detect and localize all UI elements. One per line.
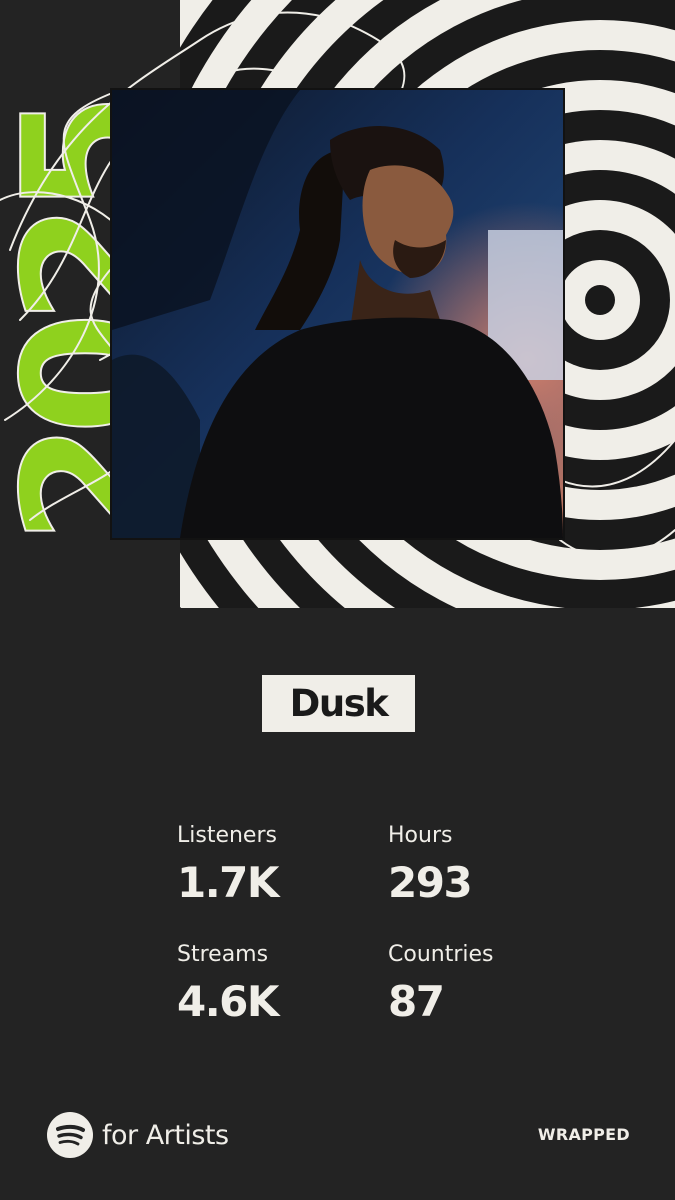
hours-value: 293 [388, 858, 473, 907]
streams-value: 4.6K [177, 977, 279, 1026]
stat-hours: Hours 293 [388, 823, 473, 907]
streams-label: Streams [177, 942, 269, 967]
hours-label: Hours [388, 823, 453, 848]
stat-listeners: Listeners 1.7K [177, 823, 279, 907]
artist-name: Dusk [262, 675, 415, 732]
brand-text: for Artists [102, 1119, 229, 1151]
hero-artwork: 2025 [0, 0, 675, 610]
countries-value: 87 [388, 977, 445, 1026]
stat-countries: Countries 87 [388, 944, 494, 1023]
countries-label: Countries [388, 942, 494, 967]
listeners-value: 1.7K [177, 858, 279, 907]
listeners-label: Listeners [177, 823, 277, 848]
wrapped-tag: WRAPPED [537, 1125, 630, 1144]
stat-streams: Streams 4.6K [177, 942, 279, 1026]
spotify-for-artists-logo[interactable]: for Artists [46, 1111, 229, 1159]
spotify-logo-icon [47, 1112, 93, 1158]
artist-photo [110, 88, 565, 540]
